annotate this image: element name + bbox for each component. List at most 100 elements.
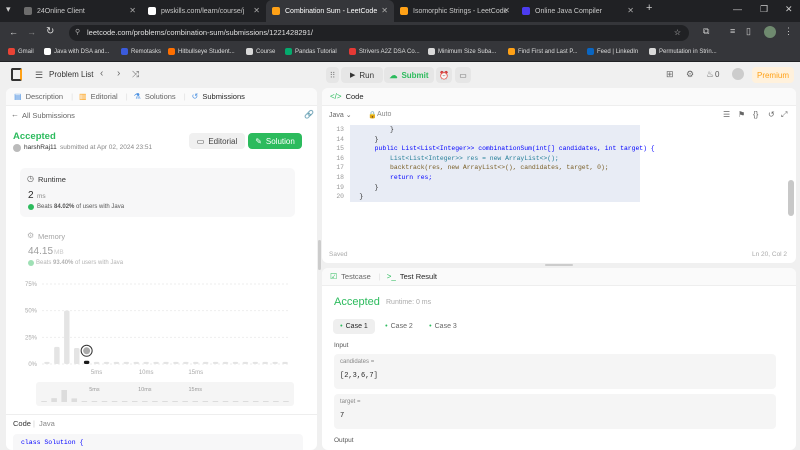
pass-dot-icon: • — [340, 323, 343, 330]
code-tab[interactable]: Code — [13, 419, 31, 428]
editorial-button[interactable]: ▭ Editorial — [189, 133, 245, 149]
bookmark-item[interactable]: Gmail — [8, 48, 34, 55]
solution-button[interactable]: ✎ Solution — [248, 133, 302, 149]
fullscreen-icon[interactable]: ⤢ — [781, 110, 787, 120]
premium-button[interactable]: Premium — [752, 67, 794, 83]
bookmark-item[interactable]: Course — [246, 48, 275, 55]
mini-distribution-chart[interactable]: 5ms 10ms 15ms — [36, 382, 294, 406]
run-label: Run — [359, 70, 375, 80]
bookmark-item[interactable]: Strivers A2Z DSA Co... — [349, 48, 420, 55]
case-3-tab[interactable]: • Case 3 — [422, 319, 464, 334]
case-1-tab[interactable]: • Case 1 — [333, 319, 375, 334]
bookmark-item[interactable]: Minimum Size Suba... — [428, 48, 496, 55]
tab-testcase[interactable]: Testcase — [341, 272, 371, 281]
line-text: List<List<Integer>> res = new ArrayList<… — [359, 154, 559, 162]
reset-icon[interactable]: ↺ — [768, 110, 775, 119]
extensions-icon[interactable]: ⧉ — [703, 26, 709, 37]
tab-description[interactable]: Description — [26, 92, 64, 101]
submit-button[interactable]: ☁ Submit — [384, 67, 434, 83]
bookmark-star-icon[interactable]: ☆ — [674, 25, 681, 41]
code-area[interactable]: 13 } 14 } 15 public List<List<Integer>> … — [322, 125, 784, 205]
whiteboard-icon[interactable]: ▭ — [455, 67, 471, 83]
code-line: 16 List<List<Integer>> res = new ArrayLi… — [322, 154, 784, 164]
close-icon[interactable]: ✕ — [503, 6, 510, 15]
leetcode-logo-icon[interactable] — [11, 68, 22, 81]
submission-user[interactable]: harshRaj11 — [24, 144, 57, 151]
braces-icon[interactable]: {} — [753, 110, 758, 119]
bookmarks-bar: Gmail Java with DSA and... Remotasks Hit… — [0, 44, 800, 62]
bookmark-item[interactable]: Remotasks — [121, 48, 161, 55]
format-icon[interactable]: ☰ — [723, 110, 730, 119]
tab-search-icon[interactable]: ▾ — [6, 4, 11, 15]
run-button[interactable]: ▶ Run — [341, 67, 383, 83]
play-icon: ▶ — [349, 72, 356, 79]
close-icon[interactable]: ✕ — [381, 6, 388, 15]
leetcode-favicon-icon — [508, 48, 515, 55]
browser-tab[interactable]: Online Java Compiler ✕ — [516, 0, 640, 22]
url-field[interactable]: ⚲ leetcode.com/problems/combination-sum/… — [69, 25, 689, 41]
tab-editorial[interactable]: Editorial — [91, 92, 118, 101]
back-icon[interactable]: ← — [9, 27, 18, 37]
back-arrow-icon[interactable]: ← — [11, 110, 19, 119]
forward-icon[interactable]: → — [27, 27, 36, 37]
problem-list-link[interactable]: Problem List — [49, 70, 93, 79]
browser-tab-active[interactable]: Combination Sum - LeetCode ✕ — [266, 0, 394, 22]
close-icon[interactable]: ✕ — [253, 6, 260, 15]
tab-solutions[interactable]: Solutions — [145, 92, 176, 101]
share-link-icon[interactable]: 🔗 — [304, 110, 314, 119]
close-icon[interactable]: ✕ — [627, 6, 634, 15]
layout-icon[interactable]: ⊞ — [666, 69, 674, 80]
mini-bar — [172, 401, 178, 402]
all-submissions-link[interactable]: All Submissions — [22, 111, 75, 120]
close-window-icon[interactable]: ✕ — [785, 4, 793, 15]
reload-icon[interactable]: ↻ — [46, 26, 54, 37]
new-tab-button[interactable]: + — [646, 2, 652, 14]
site-info-icon[interactable]: ⚲ — [75, 25, 80, 41]
mini-bar — [121, 401, 128, 402]
maximize-icon[interactable]: ❐ — [760, 4, 768, 15]
mini-bar — [101, 401, 108, 402]
side-panel-icon[interactable]: ▯ — [746, 26, 751, 37]
submission-status: Accepted — [13, 131, 56, 142]
bookmark-label: Minimum Size Suba... — [438, 48, 497, 55]
browser-tab[interactable]: Isomorphic Strings - LeetCode ✕ — [394, 0, 516, 22]
bookmark-item[interactable]: Permutation in Strin... — [649, 48, 717, 55]
bookmark-icon[interactable]: ⚑ — [738, 110, 745, 119]
panel-resize-handle[interactable] — [545, 264, 573, 266]
auto-mode-label[interactable]: Auto — [377, 111, 391, 118]
notes-icon[interactable]: ⏰ — [436, 67, 452, 83]
bookmark-item[interactable]: Pandas Tutorial — [285, 48, 337, 55]
drag-handle-icon[interactable]: ⠿ — [326, 67, 339, 83]
runtime-card[interactable]: ◷ Runtime 2 ms Beats 84.02% of users wit… — [20, 168, 295, 217]
browser-menu-icon[interactable]: ⋮ — [784, 26, 793, 37]
browser-tab[interactable]: pwskills.com/learn/course/j ✕ — [142, 0, 266, 22]
beats-prefix: Beats — [37, 204, 53, 210]
minimize-icon[interactable]: — — [733, 4, 742, 14]
bookmark-item[interactable]: Java with DSA and... — [44, 48, 109, 55]
bar — [133, 361, 139, 364]
case-2-tab[interactable]: • Case 2 — [378, 319, 420, 334]
bookmark-item[interactable]: Hitbullseye Student... — [168, 48, 235, 55]
prev-problem-icon[interactable]: ‹ — [100, 68, 103, 79]
close-icon[interactable]: ✕ — [129, 6, 136, 15]
bookmark-favicon-icon — [168, 48, 175, 55]
next-problem-icon[interactable]: › — [117, 68, 120, 79]
bookmark-item[interactable]: Feed | LinkedIn — [587, 48, 638, 55]
mini-x-tick-label: 15ms — [189, 387, 203, 393]
downloads-icon[interactable]: ≡ — [730, 26, 735, 36]
tab-submissions[interactable]: Submissions — [202, 92, 245, 101]
bar — [163, 361, 169, 364]
bookmark-item[interactable]: Find First and Last P... — [508, 48, 578, 55]
settings-icon[interactable]: ⚙ — [686, 69, 694, 80]
editor-scrollbar[interactable] — [788, 180, 794, 216]
bookmark-label: Strivers A2Z DSA Co... — [359, 48, 420, 55]
panel-resize-handle[interactable] — [318, 240, 321, 270]
code-preview-text: class Solution { — [21, 439, 84, 446]
mini-x-tick-label: 10ms — [138, 387, 152, 393]
shuffle-icon[interactable]: ⤨ — [132, 69, 139, 80]
profile-avatar[interactable] — [764, 26, 776, 38]
tab-test-result[interactable]: Test Result — [400, 272, 437, 281]
browser-tab[interactable]: 24Online Client ✕ — [18, 0, 142, 22]
language-select[interactable]: Java ⌄ — [329, 111, 352, 119]
user-avatar[interactable] — [732, 68, 744, 80]
